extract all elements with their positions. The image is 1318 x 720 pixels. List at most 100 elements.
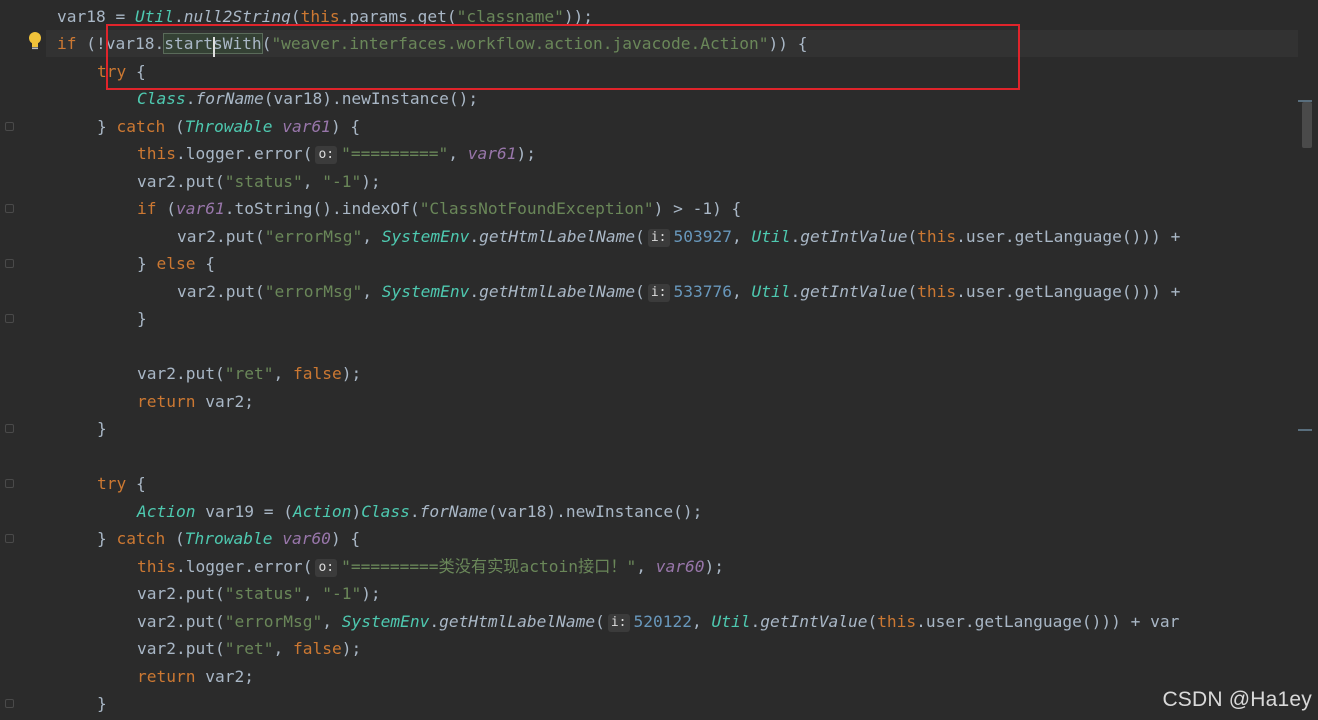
code-token: getLanguage xyxy=(1014,281,1122,301)
scroll-marker xyxy=(1298,100,1312,102)
code-token: (); xyxy=(448,89,479,108)
code-token: if xyxy=(57,34,87,53)
code-token: ( xyxy=(214,364,225,383)
code-token: getIntValue xyxy=(760,611,868,631)
fold-marker-icon[interactable] xyxy=(5,314,14,323)
code-token: (); xyxy=(673,501,703,521)
code-token: ( xyxy=(174,116,185,136)
code-token: } xyxy=(97,529,117,548)
code-line[interactable]: var2.put("errorMsg", SystemEnv.getHtmlLa… xyxy=(46,278,1180,305)
code-token: ( xyxy=(174,529,185,548)
code-token: . xyxy=(790,281,801,301)
code-token: "-1" xyxy=(322,584,362,603)
code-token: SystemEnv xyxy=(381,281,470,301)
code-line[interactable]: } else { xyxy=(46,250,215,277)
code-token: var2. xyxy=(137,171,186,191)
code-area[interactable]: var18 = Util.null2String(this.params.get… xyxy=(46,0,1298,720)
code-token: var2. xyxy=(177,281,226,301)
fold-marker-icon[interactable] xyxy=(5,204,14,213)
code-line[interactable]: if (var61.toString().indexOf("ClassNotFo… xyxy=(46,195,741,222)
code-token: { xyxy=(205,254,215,273)
code-token: ( xyxy=(214,611,225,631)
code-token: "status" xyxy=(224,584,303,603)
code-token: "=========类没有实现actoin接口！" xyxy=(341,556,637,576)
fold-marker-icon[interactable] xyxy=(5,534,14,543)
code-token: var2; xyxy=(205,666,254,686)
code-editor[interactable]: var18 = Util.null2String(this.params.get… xyxy=(0,0,1318,720)
code-token: false xyxy=(292,639,342,658)
code-token: "weaver.interfaces.workflow.action.javac… xyxy=(271,34,769,53)
code-token: . xyxy=(429,611,440,631)
code-token: , xyxy=(302,171,323,191)
code-token: 520122 xyxy=(633,611,692,631)
code-line[interactable]: } catch (Throwable var60) { xyxy=(46,525,360,552)
code-token: "errorMsg" xyxy=(224,611,323,631)
code-token: ); xyxy=(361,584,381,603)
code-token: this xyxy=(877,611,917,631)
code-token: var61 xyxy=(467,144,517,163)
code-token: .user. xyxy=(956,226,1015,246)
code-line[interactable]: var2.put("errorMsg", SystemEnv.getHtmlLa… xyxy=(46,223,1180,250)
code-line[interactable]: var2.put("errorMsg", SystemEnv.getHtmlLa… xyxy=(46,608,1179,635)
code-line[interactable]: var18 = Util.null2String(this.params.get… xyxy=(46,3,593,30)
code-line[interactable]: if (!var18.startsWith("weaver.interfaces… xyxy=(46,30,1298,57)
code-token: Util xyxy=(134,6,174,26)
code-token: { xyxy=(135,474,146,493)
code-token: Throwable xyxy=(184,529,273,548)
parameter-hint: i: xyxy=(607,613,630,632)
code-token: var61 xyxy=(176,199,225,218)
code-token: "ClassNotFoundException" xyxy=(419,199,654,218)
code-token: (var18). xyxy=(487,501,566,521)
code-token: "errorMsg" xyxy=(264,226,363,246)
fold-marker-icon[interactable] xyxy=(5,479,14,488)
code-token: ( xyxy=(302,556,313,576)
code-line[interactable]: this.logger.error(o: "=========类没有实现actoi… xyxy=(46,553,724,580)
code-token: toString xyxy=(234,199,313,218)
code-line[interactable]: try { xyxy=(46,470,146,497)
code-line[interactable]: var2.put("ret", false); xyxy=(46,635,361,662)
code-line[interactable]: return var2; xyxy=(46,663,254,690)
fold-marker-icon[interactable] xyxy=(5,121,14,131)
code-token: } xyxy=(97,116,117,136)
scroll-marker xyxy=(1298,429,1312,431)
code-line[interactable]: } xyxy=(46,690,107,717)
code-line[interactable]: var2.put("status", "-1"); xyxy=(46,168,381,195)
code-token: ( xyxy=(214,584,225,603)
code-token: , xyxy=(732,226,752,246)
code-line[interactable]: var2.put("ret", false); xyxy=(46,360,361,387)
code-token: put xyxy=(185,584,215,603)
code-line[interactable]: this.logger.error(o: "=========", var61); xyxy=(46,140,536,167)
code-token: return xyxy=(137,391,206,411)
code-token: ())) + xyxy=(1121,281,1181,301)
code-token: .user. xyxy=(956,281,1015,301)
fold-marker-icon[interactable] xyxy=(5,699,14,708)
code-line[interactable]: } xyxy=(46,415,107,442)
vertical-scrollbar[interactable] xyxy=(1302,102,1312,148)
code-token: var18 = xyxy=(57,6,135,26)
code-token: .logger. xyxy=(175,144,254,163)
code-line[interactable]: Action var19 = (Action)Class.forName(var… xyxy=(46,498,702,525)
code-token: Util xyxy=(711,611,751,631)
code-line[interactable]: } xyxy=(46,305,147,332)
fold-marker-icon[interactable] xyxy=(5,424,14,433)
code-token: )) { xyxy=(768,34,808,53)
lightbulb-icon[interactable] xyxy=(27,31,43,51)
text-caret xyxy=(212,37,215,57)
watermark: CSDN @Ha1ey xyxy=(1162,688,1312,711)
code-token: "errorMsg" xyxy=(264,281,363,301)
code-line[interactable]: return var2; xyxy=(46,388,254,415)
code-token: (). xyxy=(312,199,342,218)
code-line[interactable]: var2.put("status", "-1"); xyxy=(46,580,381,607)
fold-marker-icon[interactable] xyxy=(5,259,14,268)
code-token: ) > -1) { xyxy=(653,199,742,218)
code-token: ())) + xyxy=(1121,226,1181,246)
code-line[interactable]: try { xyxy=(46,58,146,85)
code-token: var2. xyxy=(137,639,186,658)
code-token: ( xyxy=(635,281,645,301)
code-token: ( xyxy=(214,171,225,191)
code-line[interactable]: } catch (Throwable var61) { xyxy=(46,113,360,140)
code-token: "status" xyxy=(224,171,303,191)
code-line[interactable]: Class.forName(var18).newInstance(); xyxy=(46,85,478,112)
code-token: return xyxy=(137,666,206,686)
